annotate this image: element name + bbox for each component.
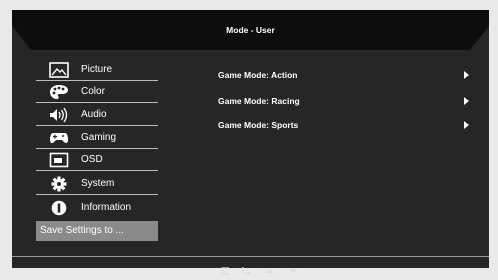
menu-label: OSD bbox=[81, 154, 103, 165]
palette-icon bbox=[50, 85, 68, 99]
down-icon bbox=[289, 269, 297, 273]
menu-divider bbox=[36, 194, 158, 195]
menu-item-picture[interactable]: Picture bbox=[36, 60, 158, 81]
menu-item-audio[interactable]: Audio bbox=[36, 105, 158, 126]
menu-label: Color bbox=[81, 86, 105, 97]
menu-label: System bbox=[81, 178, 115, 189]
menu-divider bbox=[36, 148, 158, 149]
menu-divider bbox=[36, 102, 158, 103]
menu-item-system[interactable]: System bbox=[36, 174, 158, 195]
menu-divider bbox=[36, 80, 158, 81]
osd-icon bbox=[49, 152, 69, 168]
option-game-mode-sports[interactable]: Game Mode: Sports bbox=[218, 120, 298, 130]
chevron-right-icon bbox=[464, 97, 469, 105]
menu-item-color[interactable]: Color bbox=[36, 82, 158, 103]
back-icon bbox=[221, 267, 229, 276]
option-game-mode-action[interactable]: Game Mode: Action bbox=[218, 70, 298, 80]
up-icon bbox=[266, 269, 274, 273]
menu-item-gaming[interactable]: Gaming bbox=[36, 128, 158, 149]
menu-item-information[interactable]: Information bbox=[36, 198, 158, 219]
page-title: Mode - User bbox=[226, 25, 275, 35]
chevron-right-icon bbox=[464, 71, 469, 79]
gamepad-icon bbox=[50, 133, 68, 144]
gear-icon bbox=[51, 176, 67, 192]
speaker-icon bbox=[50, 107, 68, 123]
osd-panel: Mode - User Picture Color Audio Gaming O… bbox=[12, 10, 489, 276]
menu-divider bbox=[36, 125, 158, 126]
save-settings-button[interactable]: Save Settings to ... bbox=[36, 221, 158, 241]
menu-divider bbox=[36, 170, 158, 171]
enter-icon bbox=[242, 267, 251, 275]
menu-label: Gaming bbox=[81, 132, 117, 143]
menu-label: Picture bbox=[81, 64, 113, 75]
menu-label: Audio bbox=[81, 109, 107, 120]
bottom-divider bbox=[12, 256, 489, 257]
info-icon bbox=[51, 200, 67, 216]
picture-icon bbox=[49, 62, 69, 78]
menu-item-osd[interactable]: OSD bbox=[36, 150, 158, 171]
menu-label: Information bbox=[81, 202, 132, 213]
chevron-right-icon bbox=[464, 121, 469, 129]
option-game-mode-racing[interactable]: Game Mode: Racing bbox=[218, 96, 300, 106]
